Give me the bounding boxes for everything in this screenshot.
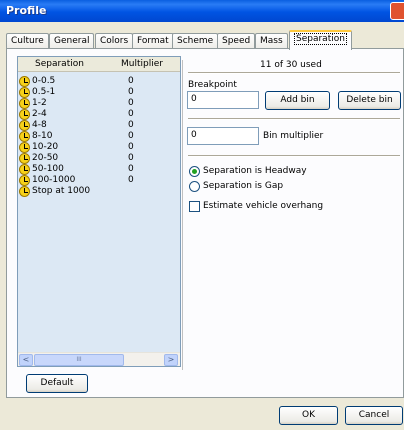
window-title: Profile (6, 4, 47, 17)
list-item[interactable]: 1-2 0 (18, 98, 180, 109)
panel-divider (182, 60, 183, 370)
list-item[interactable]: 0-0.5 0 (18, 76, 180, 87)
title-bar[interactable]: Profile (0, 0, 404, 22)
estimate-overhang-checkbox[interactable] (189, 201, 200, 212)
separation-list[interactable]: Separation Multiplier 0-0.5 0 0.5-1 0 1-… (17, 56, 181, 367)
clock-icon (19, 87, 30, 98)
profile-window: Profile Culture General Colors Format Sc… (0, 0, 404, 430)
separator (188, 118, 400, 120)
breakpoint-label: Breakpoint (188, 80, 237, 90)
clock-icon (19, 120, 30, 131)
headway-radio[interactable] (189, 166, 200, 177)
clock-icon (19, 142, 30, 153)
bin-multiplier-input[interactable]: 0 (187, 127, 259, 145)
list-item[interactable]: 0.5-1 0 (18, 87, 180, 98)
list-item[interactable]: 10-20 0 (18, 142, 180, 153)
ok-button[interactable]: OK (279, 406, 338, 425)
clock-icon (19, 131, 30, 142)
list-item[interactable]: 20-50 0 (18, 153, 180, 164)
list-item[interactable]: Stop at 1000 (18, 186, 180, 197)
bin-multiplier-label: Bin multiplier (263, 131, 324, 141)
separator (188, 72, 400, 74)
separator (188, 155, 400, 157)
bins-used-text: 11 of 30 used (260, 60, 322, 70)
list-item[interactable]: 8-10 0 (18, 131, 180, 142)
delete-bin-button[interactable]: Delete bin (338, 91, 401, 110)
add-bin-button[interactable]: Add bin (265, 91, 330, 110)
clock-icon (19, 153, 30, 164)
column-header-multiplier[interactable]: Multiplier (121, 59, 163, 69)
gap-radio-label[interactable]: Separation is Gap (203, 181, 283, 191)
headway-radio-label[interactable]: Separation is Headway (203, 166, 307, 176)
column-header-separation[interactable]: Separation (35, 59, 84, 69)
scroll-thumb[interactable]: III (34, 354, 124, 366)
gap-radio[interactable] (189, 181, 200, 192)
list-item[interactable]: 50-100 0 (18, 164, 180, 175)
clock-icon (19, 109, 30, 120)
list-item[interactable]: 4-8 0 (18, 120, 180, 131)
clock-icon (19, 98, 30, 109)
scroll-right-button[interactable]: > (164, 354, 178, 366)
list-item[interactable]: 2-4 0 (18, 109, 180, 120)
estimate-overhang-label[interactable]: Estimate vehicle overhang (203, 201, 323, 211)
default-button[interactable]: Default (26, 374, 88, 393)
breakpoint-input[interactable]: 0 (187, 91, 259, 109)
scroll-left-button[interactable]: < (19, 354, 33, 366)
cancel-button[interactable]: Cancel (345, 406, 403, 425)
clock-icon (19, 164, 30, 175)
clock-icon (19, 76, 30, 87)
clock-icon (19, 175, 30, 186)
horizontal-scrollbar[interactable]: < III > (18, 352, 180, 366)
list-header: Separation Multiplier (18, 57, 180, 72)
clock-icon (19, 186, 30, 197)
close-icon[interactable] (390, 2, 404, 20)
list-item[interactable]: 100-1000 0 (18, 175, 180, 186)
tab-separation[interactable]: Separation (289, 30, 352, 50)
